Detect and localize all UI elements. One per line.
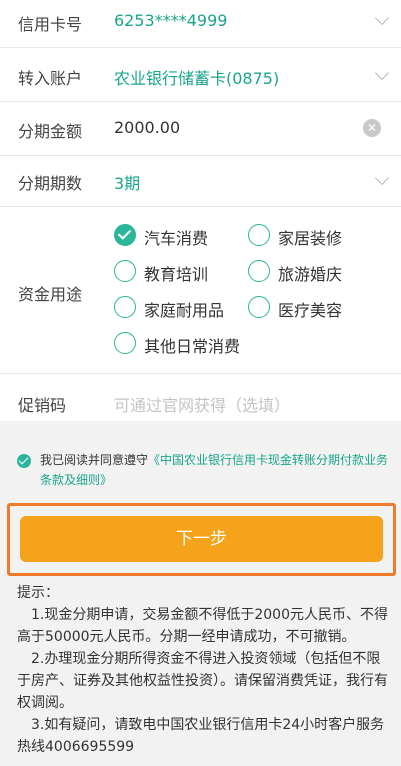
circle-icon [248, 296, 270, 318]
tips-title: 提示： [17, 585, 59, 601]
checked-circle-icon [114, 224, 136, 246]
promo-input[interactable]: 可通过官网获得（选填） [114, 392, 290, 416]
agreement-text: 我已阅读并同意遵守《中国农业银行信用卡现金转账分期付款业务条款及细则》 [40, 453, 389, 487]
promo-label: 促销码 [18, 396, 67, 415]
promo-row: 促销码 可通过官网获得（选填） [0, 374, 401, 421]
periods-label: 分期期数 [18, 174, 83, 193]
circle-icon [248, 224, 270, 246]
next-button[interactable]: 下一步 [20, 516, 383, 562]
chevron-down-icon[interactable] [374, 65, 390, 81]
periods-value: 3期 [114, 174, 141, 193]
account-label: 转入账户 [18, 69, 83, 88]
clear-icon[interactable]: ✕ [363, 119, 381, 137]
amount-label: 分期金额 [18, 122, 83, 141]
card-number-row[interactable]: 信用卡号 6253****4999 [0, 0, 401, 44]
periods-row[interactable]: 分期期数 3期 [0, 156, 401, 206]
amount-row[interactable]: 分期金额 2000.00 ✕ [0, 102, 401, 154]
amount-input[interactable]: 2000.00 [114, 118, 180, 137]
tip-item: 2.办理现金分期所得资金不得进入投资领域（包括但不限于房产、证券及其他权益性投资… [17, 651, 388, 711]
purpose-section: 资金用途 汽车消费 家居装修 教育培训 旅游婚庆 家庭耐用品 医疗美容 其他日常… [0, 207, 401, 372]
circle-icon [114, 332, 136, 354]
installment-form: 信用卡号 6253****4999 转入账户 农业银行储蓄卡(0875) 分期金… [0, 0, 401, 421]
tips-section: 提示： 1.现金分期申请，交易金额不得低于2000元人民币、不得高于50000元… [17, 582, 389, 758]
circle-icon [114, 296, 136, 318]
account-row[interactable]: 转入账户 农业银行储蓄卡(0875) [0, 48, 401, 100]
circle-icon [248, 260, 270, 282]
chevron-down-icon[interactable] [374, 10, 390, 26]
next-button-highlight: 下一步 [7, 503, 396, 576]
card-number-label: 信用卡号 [18, 15, 83, 34]
chevron-down-icon[interactable] [374, 170, 390, 186]
circle-icon [114, 260, 136, 282]
tip-item: 1.现金分期申请，交易金额不得低于2000元人民币、不得高于50000元人民币。… [17, 607, 388, 645]
checkbox-checked-icon[interactable] [17, 454, 31, 468]
account-value: 农业银行储蓄卡(0875) [114, 69, 280, 88]
purpose-label: 资金用途 [18, 285, 83, 304]
tip-item: 3.如有疑问，请致电中国农业银行信用卡24小时客户服务热线4006695599 [17, 717, 385, 755]
card-number-value: 6253****4999 [114, 11, 228, 30]
agreement-row: 我已阅读并同意遵守《中国农业银行信用卡现金转账分期付款业务条款及细则》 [0, 438, 401, 496]
